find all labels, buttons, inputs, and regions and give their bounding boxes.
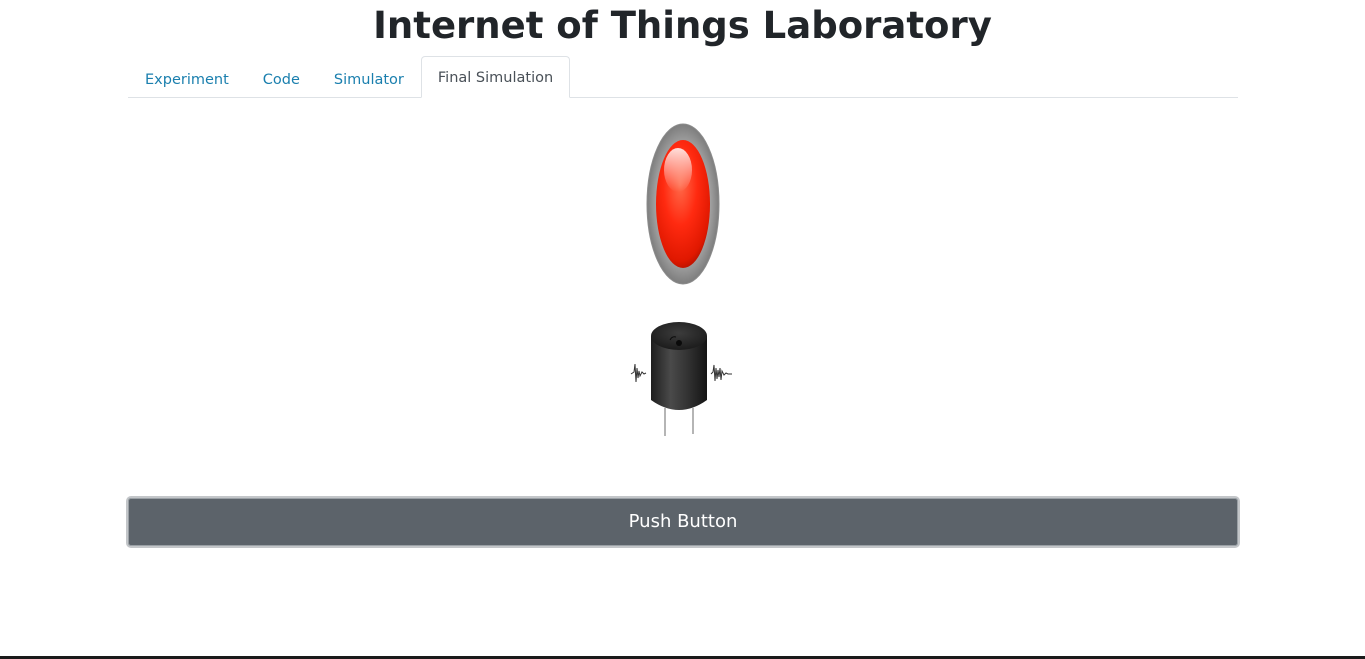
tab-experiment[interactable]: Experiment: [128, 58, 246, 98]
page-title: Internet of Things Laboratory: [373, 4, 992, 47]
tab-bar: Experiment Code Simulator Final Simulati…: [128, 56, 1238, 98]
page: Internet of Things Laboratory Experiment…: [0, 0, 1365, 659]
red-led-icon: [646, 123, 720, 285]
push-button[interactable]: Push Button: [126, 496, 1240, 548]
tab-code[interactable]: Code: [246, 58, 317, 98]
tab-simulator[interactable]: Simulator: [317, 58, 421, 98]
tab-final-simulation[interactable]: Final Simulation: [420, 56, 571, 98]
buzzer-icon: [630, 322, 732, 436]
